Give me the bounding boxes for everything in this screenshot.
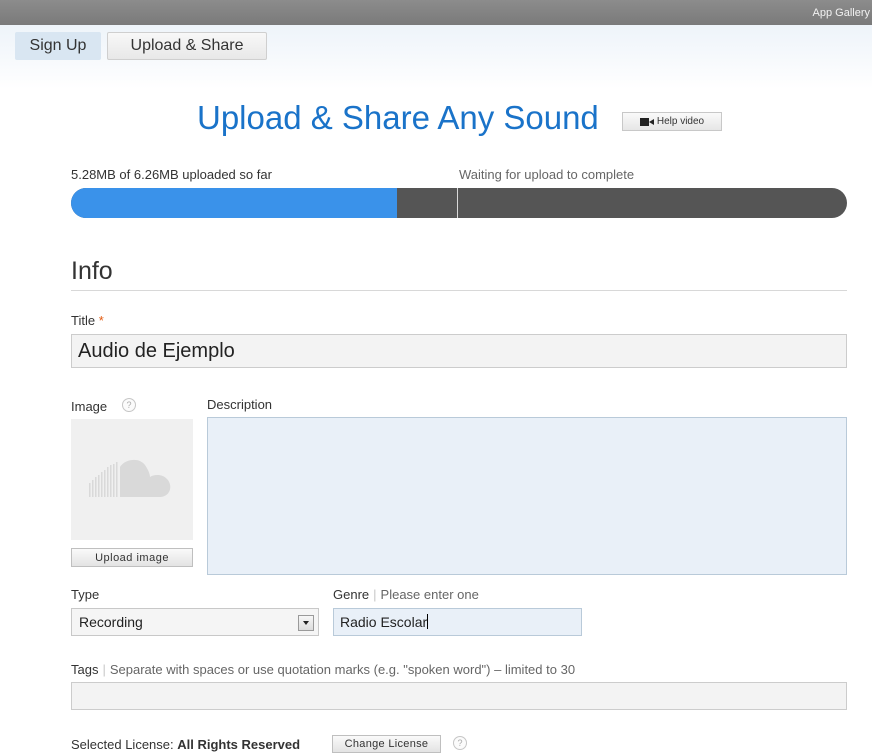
change-license-button[interactable]: Change License xyxy=(332,735,441,753)
soundcloud-cloud-icon xyxy=(89,459,171,497)
license-row: Selected License: All Rights Reserved xyxy=(71,737,300,752)
help-video-button[interactable]: Help video xyxy=(622,112,722,131)
required-mark: * xyxy=(98,313,104,328)
image-label: Image xyxy=(71,399,108,414)
nav-sign-up-tab[interactable]: Sign Up xyxy=(15,32,101,60)
chevron-down-icon[interactable] xyxy=(298,615,314,631)
license-help-icon[interactable]: ? xyxy=(453,736,467,750)
title-input[interactable] xyxy=(71,334,847,368)
video-camera-icon xyxy=(639,117,654,126)
info-heading: Info xyxy=(71,257,113,285)
license-prefix: Selected License: xyxy=(71,737,174,752)
description-textarea[interactable] xyxy=(207,417,847,575)
description-label: Description xyxy=(207,397,273,412)
genre-hint: Please enter one xyxy=(380,587,479,602)
title-label: Title * xyxy=(71,313,104,328)
license-value: All Rights Reserved xyxy=(177,737,301,752)
genre-label: Genre xyxy=(333,587,370,602)
tags-label-row: Tags | Separate with spaces or use quotati… xyxy=(71,662,576,677)
type-select[interactable]: Recording xyxy=(71,608,319,636)
tags-label: Tags xyxy=(71,662,99,677)
image-placeholder[interactable] xyxy=(71,419,193,540)
help-video-label: Help video xyxy=(656,116,705,127)
image-help-icon[interactable]: ? xyxy=(122,398,136,412)
genre-input-value: Radio Escolar xyxy=(340,614,428,630)
genre-label-row: Genre | Please enter one xyxy=(333,587,479,602)
tags-hint: Separate with spaces or use quotation ma… xyxy=(109,662,576,677)
type-label: Type xyxy=(71,587,100,602)
page-title: Upload & Share Any Sound xyxy=(197,99,599,136)
progress-midpoint-marker xyxy=(457,188,458,218)
type-selected-value: Recording xyxy=(79,614,143,630)
genre-input[interactable]: Radio Escolar xyxy=(333,608,582,636)
upload-progress-bar xyxy=(71,188,847,218)
upload-status-text: 5.28MB of 6.26MB uploaded so far xyxy=(71,167,272,182)
nav-upload-share-tab[interactable]: Upload & Share xyxy=(107,32,267,60)
app-gallery-link[interactable]: App Gallery xyxy=(813,8,870,19)
tags-input[interactable] xyxy=(71,682,847,710)
upload-progress-fill xyxy=(71,188,397,218)
top-bar: App Gallery xyxy=(0,0,872,25)
upload-image-button[interactable]: Upload image xyxy=(71,548,193,567)
text-caret xyxy=(427,614,429,629)
upload-waiting-text: Waiting for upload to complete xyxy=(459,167,635,182)
info-divider xyxy=(71,290,847,291)
